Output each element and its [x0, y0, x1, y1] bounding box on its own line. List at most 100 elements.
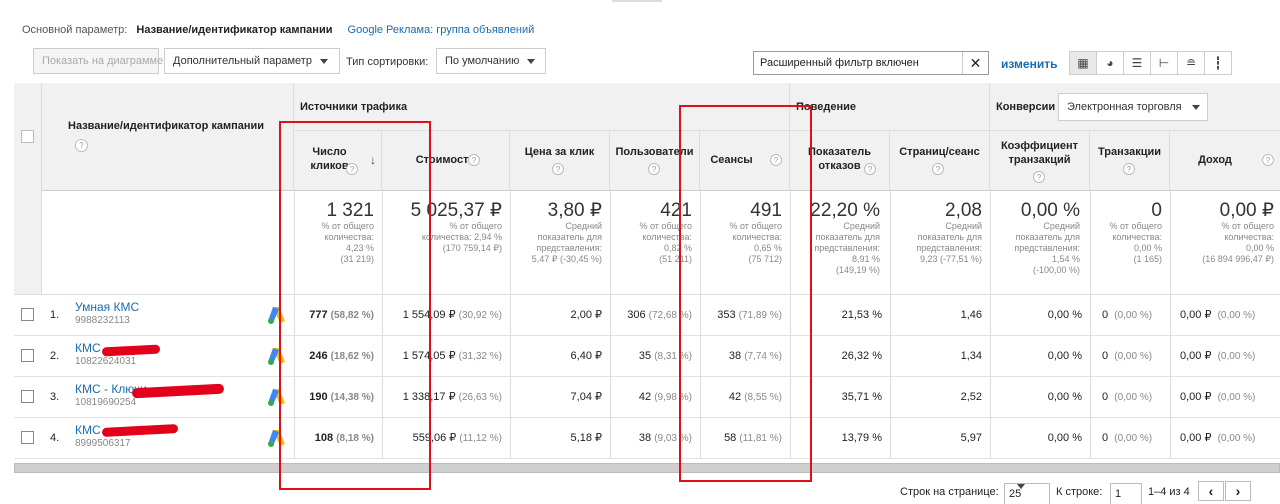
- column-header-revenue[interactable]: Доход ?: [1170, 131, 1280, 191]
- total-note: 9,23 (-77,51 %): [919, 254, 982, 264]
- total-note: % от общего: [1221, 221, 1275, 231]
- conversion-type-value: Электронная торговля: [1067, 101, 1182, 113]
- column-header-label: Страниц/сеанс: [899, 146, 980, 158]
- prev-page-button[interactable]: ‹: [1198, 481, 1224, 501]
- chevron-down-icon: [1191, 104, 1200, 110]
- help-icon[interactable]: ?: [75, 139, 88, 152]
- column-divider: [510, 191, 511, 294]
- edit-filter-link[interactable]: изменить: [1001, 57, 1057, 71]
- conversions-group-header: Конверсии Электронная торговля: [990, 83, 1280, 131]
- rows-per-page-label: Строк на странице:: [900, 486, 999, 498]
- help-icon[interactable]: ?: [468, 154, 480, 166]
- column-header-transactions[interactable]: Транзакции ?: [1090, 131, 1170, 191]
- help-icon[interactable]: ?: [932, 163, 944, 175]
- help-icon[interactable]: ?: [1262, 154, 1274, 166]
- revenue-value: 0,00 ₽: [1180, 391, 1212, 403]
- column-divider: [990, 191, 991, 294]
- help-icon[interactable]: ?: [864, 163, 876, 175]
- pivot-view-icon[interactable]: ┇: [1204, 51, 1232, 75]
- chevron-down-icon: [1017, 484, 1025, 489]
- performance-view-icon[interactable]: ☰: [1123, 51, 1151, 75]
- cell-transactions: 0 (0,00 %): [1102, 418, 1170, 458]
- cell-revenue: 0,00 ₽ (0,00 %): [1180, 418, 1280, 458]
- report-table: Название/идентификатор кампании ? Источн…: [14, 83, 1280, 459]
- campaign-id: 8999506317: [75, 438, 131, 449]
- cell-revenue: 0,00 ₽ (0,00 %): [1180, 295, 1280, 335]
- horizontal-scrollbar[interactable]: [14, 463, 1280, 473]
- comparison-view-icon[interactable]: ⊢: [1150, 51, 1178, 75]
- term-cloud-icon[interactable]: ≘: [1177, 51, 1205, 75]
- row-number: 2.: [50, 350, 60, 362]
- cost-percent: (31,32 %): [458, 351, 502, 362]
- row-checkbox[interactable]: [21, 308, 34, 321]
- conversion-type-dropdown[interactable]: Электронная торговля: [1058, 93, 1208, 121]
- campaign-column-header[interactable]: Название/идентификатор кампании ?: [42, 83, 294, 191]
- total-value: 2,08: [945, 200, 982, 221]
- revenue-value: 0,00 ₽: [1180, 432, 1212, 444]
- total-revenue: 0,00 ₽ % от общего количества: 0,00 % (1…: [1174, 201, 1274, 265]
- campaign-name-link[interactable]: Умная КМС: [75, 300, 139, 314]
- advanced-filter-box[interactable]: Расширенный фильтр включен ✕: [753, 51, 989, 75]
- next-page-button[interactable]: ›: [1225, 481, 1251, 501]
- revenue-percent: (0,00 %): [1217, 351, 1256, 362]
- row-number: 4.: [50, 432, 60, 444]
- cell-cpc: 7,04 ₽: [570, 391, 602, 403]
- total-conversion-rate: 0,00 % Средний показатель для представле…: [994, 201, 1080, 276]
- total-value: 3,80 ₽: [547, 200, 602, 221]
- total-note: 0,00 %: [1133, 243, 1162, 253]
- advanced-filter-text: Расширенный фильтр включен: [760, 57, 919, 69]
- cost-percent: (26,63 %): [458, 392, 502, 403]
- row-number: 1.: [50, 309, 60, 321]
- transactions-percent: (0,00 %): [1114, 310, 1153, 321]
- row-checkbox[interactable]: [21, 390, 34, 403]
- total-transactions: 0 % от общего количества: 0,00 % (1 165): [1094, 201, 1163, 265]
- cell-cpc: 6,40 ₽: [570, 350, 602, 362]
- secondary-dimension-dropdown[interactable]: Дополнительный параметр: [164, 48, 340, 74]
- cost-percent: (11,12 %): [459, 433, 502, 444]
- total-note: Средний: [565, 221, 602, 231]
- select-all-cell: [14, 83, 42, 191]
- cell-cpc: 5,18 ₽: [570, 432, 602, 444]
- help-icon[interactable]: ?: [1033, 171, 1045, 183]
- help-icon[interactable]: ?: [552, 163, 564, 175]
- go-to-row-input[interactable]: 1: [1110, 483, 1142, 504]
- close-icon[interactable]: ✕: [962, 52, 988, 74]
- total-value: 0,00 ₽: [1219, 200, 1274, 221]
- total-note: показатель для: [537, 232, 602, 242]
- cell-conversion-rate: 0,00 %: [1047, 391, 1082, 403]
- transactions-percent: (0,00 %): [1114, 433, 1153, 444]
- column-header-cpc[interactable]: Цена за клик ?: [510, 131, 610, 191]
- pie-view-icon[interactable]: ◕: [1096, 51, 1124, 75]
- primary-dimension-adgroup-link[interactable]: Google Реклама: группа объявлений: [348, 24, 535, 36]
- total-note: 5,47 ₽ (-30,45 %): [531, 254, 602, 264]
- column-divider: [890, 191, 891, 294]
- go-to-row-label: К строке:: [1056, 486, 1103, 498]
- row-checkbox[interactable]: [21, 349, 34, 362]
- redaction-mark: [101, 344, 161, 357]
- plot-rows-button[interactable]: Показать на диаграмме: [33, 48, 163, 74]
- help-icon[interactable]: ?: [648, 163, 660, 175]
- table-view-icon[interactable]: ▦: [1069, 51, 1097, 75]
- cell-revenue: 0,00 ₽ (0,00 %): [1180, 336, 1280, 376]
- rows-per-page-select[interactable]: 25: [1004, 483, 1050, 504]
- tab-indicator: [612, 0, 662, 2]
- revenue-value: 0,00 ₽: [1180, 350, 1212, 362]
- column-header-conversion-rate[interactable]: Коэффициент транзакций ?: [990, 131, 1090, 191]
- sort-type-value: По умолчанию: [445, 55, 520, 67]
- total-note: Средний: [945, 221, 982, 231]
- campaign-id: 10822624031: [75, 356, 137, 367]
- column-divider: [610, 295, 611, 459]
- chevron-down-icon: [319, 58, 328, 64]
- highlight-box-clicks-cost: [279, 121, 431, 490]
- select-all-checkbox[interactable]: [21, 130, 34, 143]
- totals-row: 1 321 % от общего количества: 4,23 % (31…: [14, 191, 1280, 295]
- sort-type-dropdown[interactable]: По умолчанию: [436, 48, 546, 74]
- cell-pages-per-session: 5,97: [960, 432, 982, 444]
- total-cpc: 3,80 ₽ Средний показатель для представле…: [514, 201, 602, 265]
- totals-left-cell: [14, 191, 42, 294]
- cell-pages-per-session: 2,52: [960, 391, 982, 403]
- column-header-pages-per-session[interactable]: Страниц/сеанс ?: [890, 131, 990, 191]
- row-checkbox[interactable]: [21, 431, 34, 444]
- help-icon[interactable]: ?: [1123, 163, 1135, 175]
- campaign-cell: Умная КМС 9988232113: [75, 300, 139, 328]
